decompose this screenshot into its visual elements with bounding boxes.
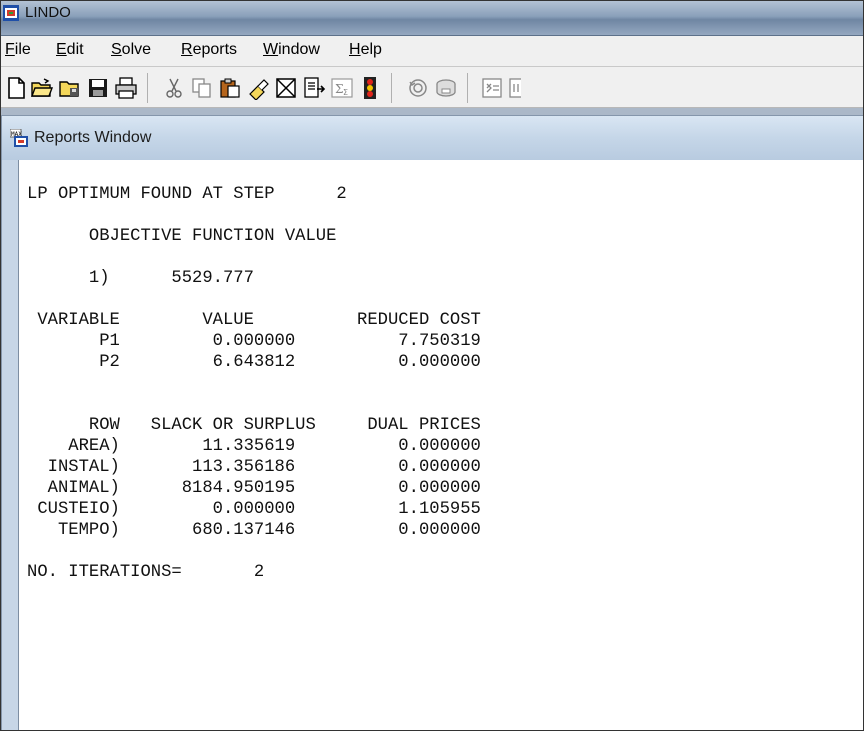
svg-text:Σ: Σ	[343, 88, 348, 97]
matrix-icon-2[interactable]	[507, 75, 521, 101]
toolbar-separator	[467, 73, 468, 103]
menu-window-mnemonic: W	[263, 41, 279, 58]
menu-edit-mnemonic: E	[56, 41, 67, 58]
disk-icon[interactable]	[433, 75, 459, 101]
menu-bar: File Edit Solve Reports Window Help	[1, 36, 863, 67]
menu-solve-rest: olve	[121, 41, 152, 58]
reports-window[interactable]: MAX Reports Window LP OPTIMUM FOUND AT S…	[1, 115, 863, 730]
menu-file-rest: ile	[14, 41, 31, 58]
save-icon[interactable]	[85, 75, 111, 101]
close-box-icon[interactable]	[273, 75, 299, 101]
menu-file-mnemonic: F	[5, 41, 15, 58]
cut-icon[interactable]	[161, 75, 187, 101]
print-icon[interactable]	[113, 75, 139, 101]
reports-window-title-bar[interactable]: MAX Reports Window	[2, 116, 863, 160]
export-icon[interactable]	[301, 75, 327, 101]
menu-window-rest: indow	[278, 41, 320, 58]
toolbar: ΣΣ	[1, 67, 863, 108]
menu-reports-mnemonic: R	[181, 41, 193, 58]
open-folder-icon[interactable]	[57, 75, 83, 101]
lindo-app-icon[interactable]	[3, 5, 19, 21]
report-line: TEMPO) 680.137146 0.000000	[27, 521, 481, 540]
open-file-icon[interactable]	[29, 75, 55, 101]
report-line: CUSTEIO) 0.000000 1.105955	[27, 500, 481, 519]
report-output: LP OPTIMUM FOUND AT STEP 2 OBJECTIVE FUN…	[27, 184, 481, 583]
report-text-area[interactable]: LP OPTIMUM FOUND AT STEP 2 OBJECTIVE FUN…	[18, 160, 863, 730]
window-title: LINDO	[25, 4, 71, 21]
report-line: OBJECTIVE FUNCTION VALUE	[27, 227, 337, 246]
rotate-icon[interactable]	[405, 75, 431, 101]
report-line	[27, 541, 481, 562]
report-line	[27, 205, 481, 226]
reports-window-icon[interactable]: MAX	[10, 129, 28, 147]
report-line: ROW SLACK OR SURPLUS DUAL PRICES	[27, 416, 481, 435]
menu-help-mnemonic: H	[349, 41, 361, 58]
menu-reports-rest: eports	[192, 41, 238, 58]
menu-solve[interactable]: Solve	[111, 41, 151, 59]
report-line	[27, 289, 481, 310]
mdi-client-area: MAX Reports Window LP OPTIMUM FOUND AT S…	[1, 108, 863, 730]
report-line: AREA) 11.335619 0.000000	[27, 437, 481, 456]
menu-help[interactable]: Help	[349, 41, 382, 59]
report-line: P2 6.643812 0.000000	[27, 353, 481, 372]
menu-help-rest: elp	[360, 41, 382, 58]
sum-icon[interactable]: ΣΣ	[329, 75, 355, 101]
menu-reports[interactable]: Reports	[181, 41, 237, 59]
toolbar-separator	[391, 73, 392, 103]
menu-window[interactable]: Window	[263, 41, 320, 59]
toolbar-separator	[147, 73, 148, 103]
menu-file[interactable]: File	[5, 41, 31, 59]
menu-edit-rest: dit	[66, 41, 84, 58]
matrix-icon[interactable]	[479, 75, 505, 101]
report-line: 1) 5529.777	[27, 269, 254, 288]
report-line	[27, 373, 481, 394]
report-line: VARIABLE VALUE REDUCED COST	[27, 311, 481, 330]
report-line	[27, 247, 481, 268]
new-file-icon[interactable]	[3, 75, 29, 101]
reports-window-title: Reports Window	[34, 129, 152, 146]
paste-icon[interactable]	[217, 75, 243, 101]
menu-edit[interactable]: Edit	[56, 41, 84, 59]
copy-icon[interactable]	[189, 75, 215, 101]
report-line: INSTAL) 113.356186 0.000000	[27, 458, 481, 477]
report-line: LP OPTIMUM FOUND AT STEP 2	[27, 185, 347, 204]
report-line: NO. ITERATIONS= 2	[27, 563, 265, 582]
report-line: ANIMAL) 8184.950195 0.000000	[27, 479, 481, 498]
find-icon[interactable]	[245, 75, 271, 101]
title-bar[interactable]: LINDO	[1, 1, 863, 36]
menu-solve-mnemonic: S	[111, 41, 122, 58]
report-line	[27, 394, 481, 415]
traffic-light-icon[interactable]	[357, 75, 383, 101]
lindo-application-window: LINDO File Edit Solve Reports Window Hel…	[0, 0, 864, 731]
report-line: P1 0.000000 7.750319	[27, 332, 481, 351]
